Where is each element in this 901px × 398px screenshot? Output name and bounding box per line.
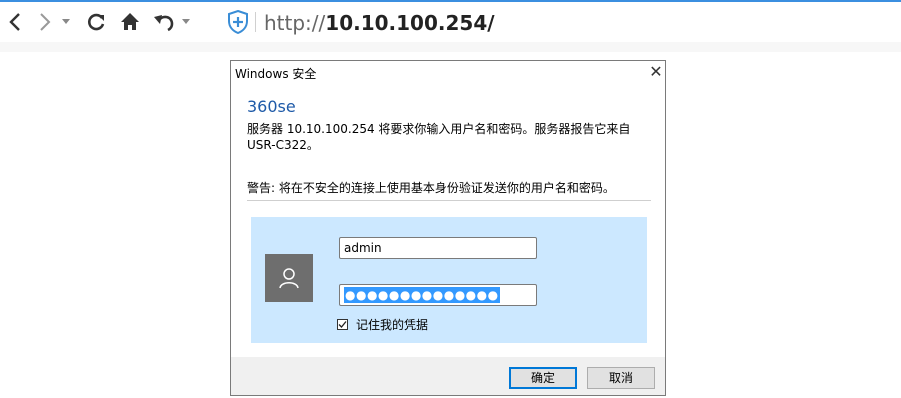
address-separator <box>255 12 256 32</box>
dialog-footer: 确定 取消 <box>231 357 665 395</box>
home-button[interactable] <box>118 10 142 34</box>
url-host: 10.10.100.254/ <box>325 11 495 35</box>
windows-security-dialog: Windows 安全 ✕ 360se 服务器 10.10.100.254 将要求… <box>230 60 666 396</box>
undo-dropdown[interactable] <box>180 10 192 34</box>
forward-arrow-icon <box>40 13 51 31</box>
refresh-icon <box>88 13 105 31</box>
undo-close-button[interactable] <box>152 10 176 34</box>
remember-credentials[interactable]: 记住我的凭据 <box>337 316 428 333</box>
chevron-down-icon <box>182 19 190 24</box>
back-arrow-icon <box>9 13 20 31</box>
password-selection: ●●●●●●●●●●●●●● <box>344 287 500 303</box>
toolbar-shadow <box>0 42 901 52</box>
chevron-down-icon <box>62 19 70 24</box>
credential-panel: admin ●●●●●●●●●●●●●● 记住我的凭据 <box>251 217 647 343</box>
dialog-title: Windows 安全 <box>235 67 317 81</box>
url-scheme: http:// <box>264 11 326 35</box>
forward-button[interactable] <box>34 10 56 34</box>
forward-dropdown[interactable] <box>60 10 72 34</box>
divider <box>247 200 651 201</box>
undo-icon <box>154 15 174 32</box>
remember-label: 记住我的凭据 <box>356 318 429 332</box>
back-button[interactable] <box>4 10 26 34</box>
address-bar[interactable]: http://10.10.100.254/ <box>264 10 495 36</box>
close-button[interactable]: ✕ <box>647 62 665 82</box>
cancel-button[interactable]: 取消 <box>587 367 655 389</box>
password-input[interactable]: ●●●●●●●●●●●●●● <box>339 284 537 306</box>
user-icon <box>279 268 299 289</box>
avatar <box>265 254 313 302</box>
refresh-button[interactable] <box>84 10 108 34</box>
security-shield-icon[interactable] <box>226 9 250 35</box>
security-warning: 警告: 将在不安全的连接上使用基本身份验证发送你的用户名和密码。 <box>247 181 615 195</box>
ok-button[interactable]: 确定 <box>509 367 577 389</box>
browser-toolbar: http://10.10.100.254/ <box>0 2 901 43</box>
home-icon <box>121 13 139 30</box>
checkmark-icon <box>338 321 347 328</box>
server-message: 服务器 10.10.100.254 将要求你输入用户名和密码。服务器报告它来自 … <box>247 122 631 152</box>
username-input[interactable]: admin <box>339 237 537 259</box>
app-name: 360se <box>247 97 296 116</box>
remember-checkbox[interactable] <box>337 319 348 330</box>
